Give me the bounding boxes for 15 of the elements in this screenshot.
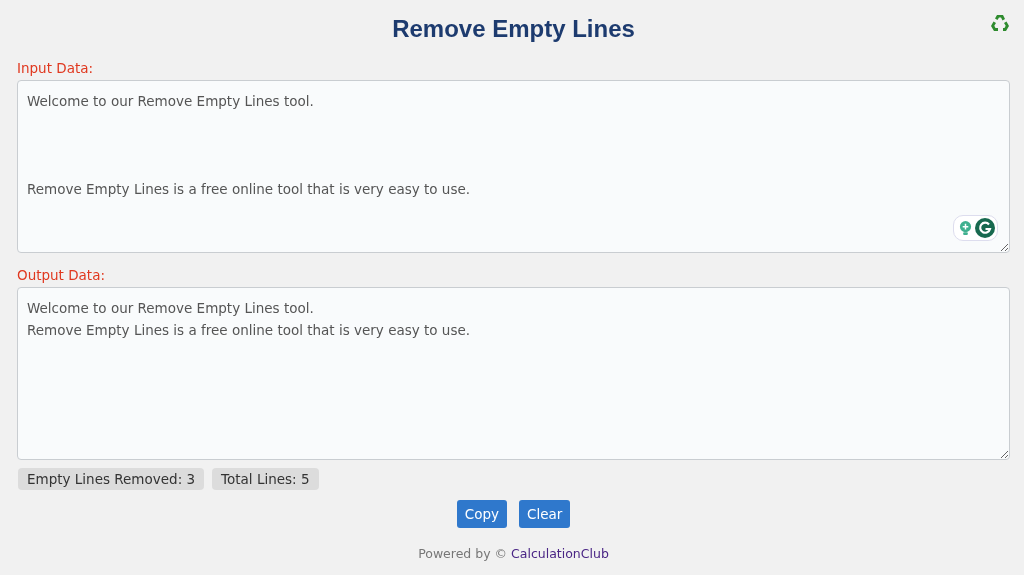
input-label: Input Data: [17, 59, 95, 78]
output-field[interactable]: Welcome to our Remove Empty Lines tool. Remove Empty Lines is a free online tool that is very easy to use. [17, 287, 1010, 460]
output-label: Output Data: [17, 266, 106, 285]
recycle-icon[interactable] [990, 13, 1010, 33]
g-logo-icon [975, 218, 995, 238]
stat-badge: Empty Lines Removed: 3 [18, 468, 205, 490]
stat-badge: Total Lines: 5 [212, 468, 319, 490]
writing-assistant-badge[interactable] [953, 215, 998, 241]
footer-link[interactable]: CalculationClub [511, 546, 609, 561]
copy-button[interactable]: Copy [456, 500, 507, 528]
clear-button[interactable]: Clear [518, 500, 571, 528]
input-field[interactable]: Welcome to our Remove Empty Lines tool. Remove Empty Lines is a free online tool that is very easy to use. [17, 80, 1010, 253]
footer-text: Powered by © [418, 546, 508, 561]
page-title: Remove Empty Lines [392, 15, 635, 43]
lightbulb-icon [959, 220, 972, 236]
